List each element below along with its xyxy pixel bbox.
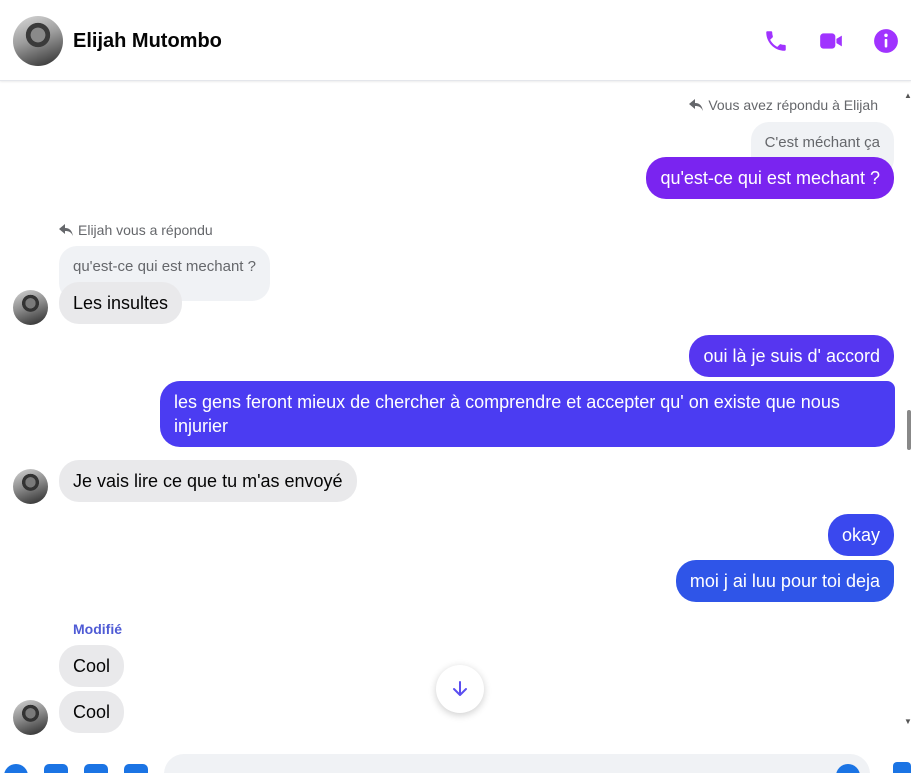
message-bubble-incoming[interactable]: Cool xyxy=(59,645,125,687)
plus-icon[interactable] xyxy=(4,764,28,773)
message-bubble-outgoing[interactable]: les gens feront mieux de chercher à comp… xyxy=(160,381,895,447)
message-bubble-incoming[interactable]: Je vais lire ce que tu m'as envoyé xyxy=(59,460,357,502)
phone-icon[interactable] xyxy=(763,28,789,54)
like-icon[interactable] xyxy=(893,762,911,773)
message-bubble-outgoing[interactable]: moi j ai luu pour toi deja xyxy=(675,560,894,602)
info-icon[interactable] xyxy=(873,28,899,54)
contact-name[interactable]: Elijah Mutombo xyxy=(73,30,222,53)
sender-avatar[interactable] xyxy=(13,700,48,735)
edited-label: Modifié xyxy=(73,621,122,637)
message-bubble-incoming[interactable]: Les insultes xyxy=(59,282,183,324)
sender-avatar[interactable] xyxy=(13,290,48,325)
scrollbar-thumb[interactable] xyxy=(907,410,911,450)
scroll-down-arrow[interactable]: ▼ xyxy=(904,717,911,726)
conversation-header: Elijah Mutombo xyxy=(0,0,911,81)
scroll-up-arrow[interactable]: ▲ xyxy=(904,91,911,100)
video-camera-icon[interactable] xyxy=(818,28,844,54)
arrow-down-icon xyxy=(453,681,467,696)
message-bubble-outgoing[interactable]: qu'est-ce qui est mechant ? xyxy=(646,157,894,199)
reply-note-outgoing: Vous avez répondu à Elijah xyxy=(689,97,878,113)
sender-avatar[interactable] xyxy=(13,469,48,504)
image-icon[interactable] xyxy=(44,764,68,773)
message-input[interactable] xyxy=(164,754,870,773)
sticker-icon[interactable] xyxy=(84,764,108,773)
message-bubble-incoming[interactable]: Cool xyxy=(59,691,125,733)
gif-icon[interactable] xyxy=(124,764,148,773)
contact-avatar[interactable] xyxy=(13,16,63,66)
message-composer xyxy=(0,740,911,773)
reply-arrow-icon xyxy=(59,224,73,236)
reply-note-incoming: Elijah vous a répondu xyxy=(59,222,213,238)
message-bubble-outgoing[interactable]: okay xyxy=(827,514,894,556)
scroll-to-bottom-button[interactable] xyxy=(436,665,484,713)
message-bubble-outgoing[interactable]: oui là je suis d' accord xyxy=(689,335,894,377)
reply-arrow-icon xyxy=(689,99,704,111)
